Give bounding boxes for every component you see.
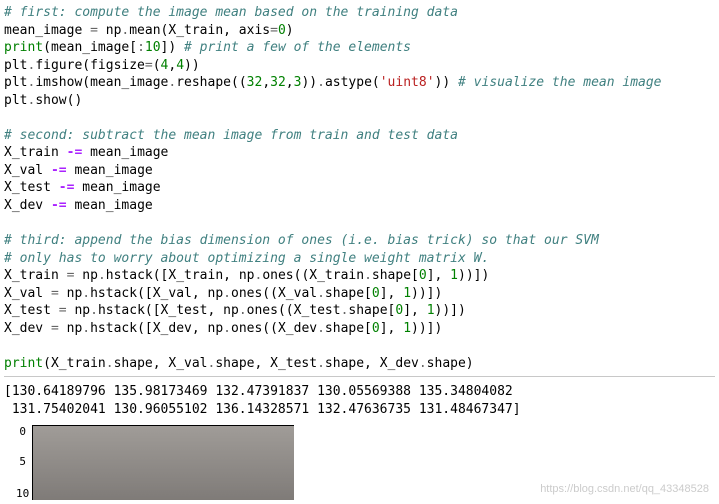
stdout-output: [130.64189796 135.98173469 132.47391837 …: [4, 383, 715, 418]
mean-image-plot: 0 5 10: [4, 425, 294, 500]
plot-axes: [32, 425, 294, 500]
ytick-5: 5: [16, 455, 26, 470]
watermark: https://blog.csdn.net/qq_43348528: [540, 482, 709, 497]
mean-image: [33, 426, 294, 500]
ytick-10: 10: [16, 487, 26, 502]
code-cell: # first: compute the image mean based on…: [4, 4, 715, 377]
ytick-0: 0: [16, 425, 26, 440]
comment: # first: compute the image mean based on…: [4, 5, 458, 20]
